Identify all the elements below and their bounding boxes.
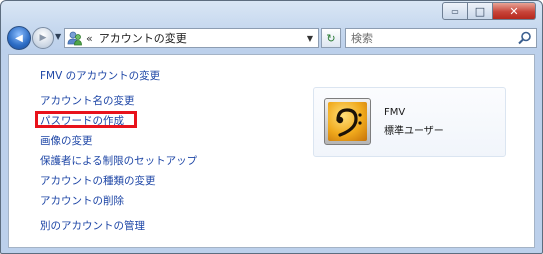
page-title: FMV のアカウントの変更 xyxy=(40,70,161,82)
user-account-card: FMV 標準ユーザー xyxy=(313,87,506,157)
bass-clef-icon xyxy=(328,102,367,141)
minimize-button[interactable]: ▭ xyxy=(442,2,468,20)
change-account-type-link[interactable]: アカウントの種類の変更 xyxy=(40,173,156,188)
back-button[interactable]: ◀ xyxy=(7,26,31,50)
avatar[interactable] xyxy=(324,98,371,145)
user-account-type: 標準ユーザー xyxy=(384,126,444,137)
user-name: FMV xyxy=(384,107,406,118)
maximize-icon: □ xyxy=(474,4,486,18)
forward-arrow-icon: ▶ xyxy=(39,33,47,43)
search-icon[interactable] xyxy=(517,30,533,46)
search-input[interactable]: 検索 xyxy=(351,30,517,46)
address-bar[interactable]: « アカウントの変更 ▼ xyxy=(64,28,319,48)
breadcrumb-overflow-chevron[interactable]: « xyxy=(86,32,93,45)
maximize-button[interactable]: □ xyxy=(468,2,493,20)
change-picture-link[interactable]: 画像の変更 xyxy=(40,133,93,148)
address-dropdown-button[interactable]: ▼ xyxy=(302,34,318,43)
manage-another-account-link[interactable]: 別のアカウントの管理 xyxy=(40,218,145,233)
refresh-icon: ↻ xyxy=(326,31,336,45)
change-account-name-link[interactable]: アカウント名の変更 xyxy=(40,93,135,108)
back-arrow-icon: ◀ xyxy=(15,32,23,44)
search-box[interactable]: 検索 xyxy=(345,28,537,48)
recent-pages-button[interactable]: ▼ xyxy=(55,32,61,41)
caption-buttons: ▭ □ ✕ xyxy=(442,2,536,20)
user-accounts-icon xyxy=(67,30,83,46)
parental-controls-link[interactable]: 保護者による制限のセットアップ xyxy=(40,153,197,168)
control-panel-window: ▭ □ ✕ ◀ ▶ ▼ « アカウントの変更 ▼ ↻ 検索 FMV のアカウント… xyxy=(0,0,543,254)
close-icon: ✕ xyxy=(509,4,519,18)
minimize-icon: ▭ xyxy=(451,6,459,16)
delete-account-link[interactable]: アカウントの削除 xyxy=(40,193,124,208)
breadcrumb-current[interactable]: アカウントの変更 xyxy=(99,30,302,46)
content-pane: FMV のアカウントの変更 アカウント名の変更 パスワードの作成 画像の変更 保… xyxy=(8,54,535,248)
forward-button[interactable]: ▶ xyxy=(32,27,54,49)
close-button[interactable]: ✕ xyxy=(493,2,536,20)
refresh-button[interactable]: ↻ xyxy=(321,28,341,48)
highlight-box xyxy=(35,111,137,128)
